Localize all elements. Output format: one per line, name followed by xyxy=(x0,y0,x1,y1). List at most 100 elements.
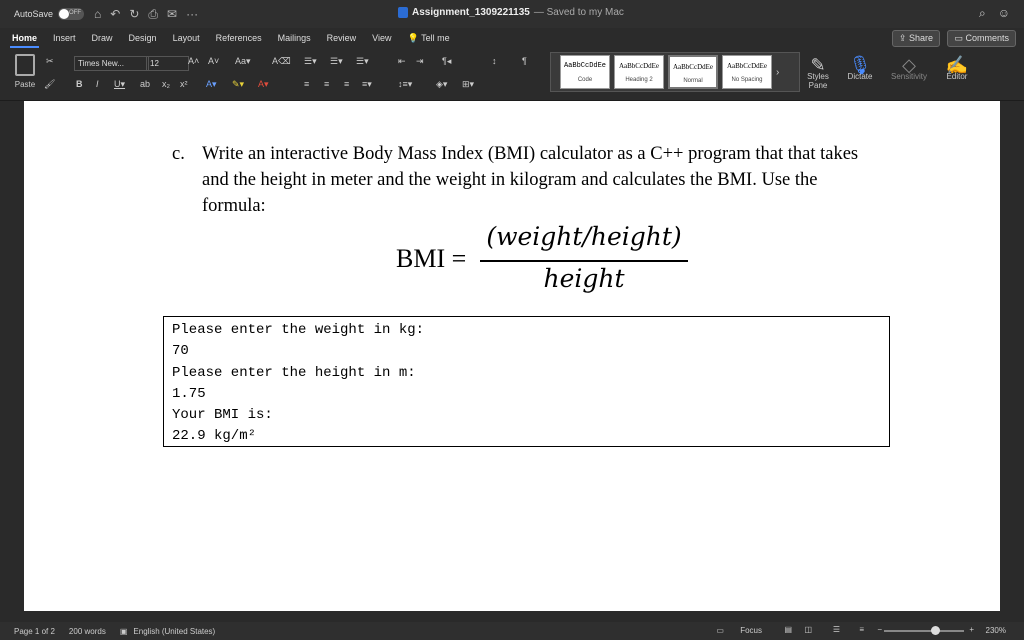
paste-button[interactable]: Paste xyxy=(10,54,40,89)
undo-icon[interactable]: ↶ xyxy=(110,7,120,22)
multilevel-list-icon[interactable]: ☰▾ xyxy=(356,56,369,67)
bullets-icon[interactable]: ☰▾ xyxy=(304,56,317,67)
console-line: 22.9 kg/m² xyxy=(172,428,257,445)
zoom-slider[interactable] xyxy=(884,630,964,632)
tab-view[interactable]: View xyxy=(368,33,395,43)
mail-icon[interactable]: ✉ xyxy=(167,7,177,22)
console-line: 70 xyxy=(172,343,189,360)
bold-icon[interactable]: B xyxy=(76,79,83,89)
dictate-button[interactable]: 🎙 Dictate xyxy=(844,52,876,81)
strikethrough-icon[interactable]: ab xyxy=(140,79,150,89)
underline-icon[interactable]: U▾ xyxy=(114,79,125,90)
increase-indent-icon[interactable]: ⇥ xyxy=(416,56,424,67)
formula-lhs: BMI = xyxy=(396,244,467,273)
zoom-slider-handle[interactable] xyxy=(931,626,940,635)
question-text: Write an interactive Body Mass Index (BM… xyxy=(202,144,859,216)
document-title: Assignment_1309221135 — Saved to my Mac xyxy=(398,7,624,18)
cut-icon[interactable]: ✂ xyxy=(46,56,54,67)
font-name-select[interactable]: Times New... xyxy=(74,56,149,71)
status-bar: Page 1 of 2 200 words ▣ English (United … xyxy=(0,622,1024,640)
share-label: Share xyxy=(908,33,933,43)
justify-icon[interactable]: ≡▾ xyxy=(362,79,372,90)
web-layout-icon[interactable]: ◫ xyxy=(804,625,812,634)
sort-icon[interactable]: ↕ xyxy=(492,56,497,66)
style-heading-2[interactable]: AaBbCcDdEe Heading 2 xyxy=(614,55,664,89)
title-bar: AutoSave OFF ⌂ ↶ ↻ ⎙ ✉ ··· Assignment_13… xyxy=(0,0,1024,28)
decrease-indent-icon[interactable]: ⇤ xyxy=(398,56,406,67)
account-icon[interactable]: ☺ xyxy=(998,6,1010,21)
tab-draw[interactable]: Draw xyxy=(88,33,117,43)
share-icon: ⇪ xyxy=(898,33,909,43)
zoom-in-icon[interactable]: + xyxy=(969,625,974,634)
subscript-icon[interactable]: x₂ xyxy=(162,79,170,89)
fraction-bar xyxy=(480,260,688,262)
tab-home[interactable]: Home xyxy=(8,33,41,48)
align-center-icon[interactable]: ≡ xyxy=(324,79,329,89)
home-icon[interactable]: ⌂ xyxy=(94,7,101,22)
shading-icon[interactable]: ◈▾ xyxy=(436,79,447,90)
comment-icon: ▭ xyxy=(954,33,966,43)
italic-icon[interactable]: I xyxy=(96,79,99,89)
tab-references[interactable]: References xyxy=(212,33,266,43)
language-label[interactable]: English (United States) xyxy=(133,627,215,636)
print-icon[interactable]: ⎙ xyxy=(148,7,158,22)
share-button[interactable]: ⇪ Share xyxy=(891,30,940,47)
grow-font-icon[interactable]: A˄ xyxy=(188,56,199,66)
ribbon-tabs: Home Insert Draw Design Layout References Mail… xyxy=(0,28,1024,48)
word-count[interactable]: 200 words xyxy=(69,627,106,636)
word-doc-icon xyxy=(398,7,408,18)
tab-design[interactable]: Design xyxy=(125,33,161,43)
change-case-icon[interactable]: Aa▾ xyxy=(235,56,251,67)
zoom-level[interactable]: 230% xyxy=(986,626,1006,635)
styles-gallery: AaBbCcDdEe Code AaBbCcDdEe Heading 2 AaBbC… xyxy=(550,52,800,92)
highlight-icon[interactable]: ✎▾ xyxy=(232,79,244,90)
line-spacing-icon[interactable]: ↕≡▾ xyxy=(398,79,412,90)
sensitivity-button[interactable]: ◇ Sensitivity xyxy=(888,52,930,81)
draft-icon[interactable]: ≡ xyxy=(859,625,864,634)
format-painter-icon[interactable]: 🖌 xyxy=(44,79,55,90)
font-size-select[interactable]: 12 xyxy=(146,56,189,71)
rtl-icon[interactable]: ¶◂ xyxy=(442,56,451,67)
editor-button[interactable]: ✍ Editor xyxy=(942,52,972,81)
align-right-icon[interactable]: ≡ xyxy=(344,79,349,89)
search-icon[interactable]: ⌕ xyxy=(979,6,986,21)
font-color-icon[interactable]: A▾ xyxy=(258,79,269,90)
clear-format-icon[interactable]: A⌫ xyxy=(272,56,291,67)
doc-status: — Saved to my Mac xyxy=(533,7,624,18)
show-formatting-icon[interactable]: ¶ xyxy=(522,56,527,66)
shrink-font-icon[interactable]: A˅ xyxy=(208,56,219,66)
focus-button[interactable]: ▭ Focus xyxy=(702,626,762,635)
zoom-out-icon[interactable]: − xyxy=(877,625,882,634)
console-line: Your BMI is: xyxy=(172,407,273,424)
text-effects-icon[interactable]: A▾ xyxy=(206,79,217,90)
proofing-icon[interactable]: ▣ xyxy=(120,627,128,636)
ribbon-home: Paste ✂ 🖌 Times New... 12 A˄ A˅ Aa▾ A⌫ B… xyxy=(0,50,1024,101)
autosave-toggle[interactable]: OFF xyxy=(58,8,85,20)
superscript-icon[interactable]: x² xyxy=(180,79,188,89)
chevron-right-icon[interactable]: › xyxy=(776,67,779,78)
style-code[interactable]: AaBbCcDdEe Code xyxy=(560,55,610,89)
more-icon[interactable]: ··· xyxy=(186,7,198,22)
borders-icon[interactable]: ⊞▾ xyxy=(462,79,474,90)
formula-denominator: height xyxy=(543,264,625,293)
style-no-spacing[interactable]: AaBbCcDdEe No Spacing xyxy=(722,55,772,89)
tab-insert[interactable]: Insert xyxy=(49,33,80,43)
numbering-icon[interactable]: ☰▾ xyxy=(330,56,343,67)
outline-icon[interactable]: ☰ xyxy=(833,625,840,634)
align-left-icon[interactable]: ≡ xyxy=(304,79,309,89)
question-paragraph: c. Write an interactive Body Mass Index … xyxy=(172,141,862,219)
focus-icon: ▭ xyxy=(716,626,727,635)
tell-me-search[interactable]: 💡 Tell me xyxy=(404,33,454,44)
print-layout-icon[interactable]: ▤ xyxy=(784,625,792,634)
page-count[interactable]: Page 1 of 2 xyxy=(14,627,55,636)
comments-button[interactable]: ▭ Comments xyxy=(947,30,1016,47)
console-line: Please enter the height in m: xyxy=(172,364,416,381)
tab-review[interactable]: Review xyxy=(323,33,361,43)
styles-pane-button[interactable]: ✎ Styles Pane xyxy=(804,52,832,90)
tab-mailings[interactable]: Mailings xyxy=(274,33,315,43)
formula-numerator: (weight/height) xyxy=(486,222,682,251)
doc-name: Assignment_1309221135 xyxy=(412,7,530,18)
redo-icon[interactable]: ↻ xyxy=(129,7,139,22)
tab-layout[interactable]: Layout xyxy=(169,33,204,43)
style-normal[interactable]: AaBbCcDdEe Normal xyxy=(668,55,718,89)
